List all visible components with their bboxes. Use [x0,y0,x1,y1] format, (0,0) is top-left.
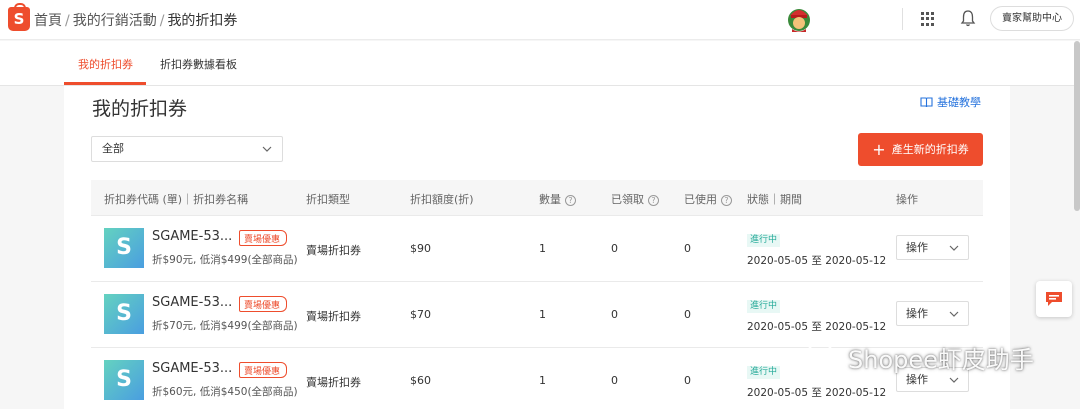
col-quantity: 數量? [539,191,576,207]
voucher-description: 折$90元, 低消$499(全部商品) [152,254,298,266]
tab-voucher-dashboard[interactable]: 折扣券數據看板 [160,56,237,72]
voucher-code[interactable]: SGAME-53... [152,361,232,376]
voucher-used: 0 [684,308,691,321]
voucher-period: 2020-05-05 至 2020-05-12 [747,255,887,267]
voucher-amount: $90 [410,242,431,255]
voucher-amount: $70 [410,308,431,321]
avatar[interactable] [786,5,812,33]
chevron-down-icon [949,377,959,383]
voucher-description: 折$60元, 低消$450(全部商品) [152,386,298,398]
voucher-thumbnail: S [104,228,144,268]
wechat-icon [807,342,842,369]
voucher-tag: 賣場優惠 [239,230,288,246]
chat-button[interactable] [1036,281,1072,317]
active-tab-indicator [64,82,146,85]
breadcrumb-home[interactable]: 首頁 [34,13,62,29]
chevron-down-icon [949,311,959,317]
chevron-down-icon [262,146,272,152]
book-icon [920,97,933,108]
voucher-code[interactable]: SGAME-53... [152,229,232,244]
voucher-type: 賣場折扣券 [306,310,361,323]
top-bar: S 首頁 / 我的行銷活動 / 我的折扣券 賣家幫助中心 [0,0,1080,40]
voucher-claimed: 0 [611,308,618,321]
col-status: 狀態｜期間 [747,193,802,206]
help-icon[interactable]: ? [565,195,576,206]
filter-value: 全部 [102,142,124,155]
voucher-used: 0 [684,374,691,387]
plus-icon: + [872,140,886,159]
voucher-thumbnail: S [104,360,144,400]
chat-icon [1046,292,1062,306]
voucher-quantity: 1 [539,308,546,321]
help-icon[interactable]: ? [721,195,732,206]
tab-my-vouchers[interactable]: 我的折扣券 [78,56,133,72]
col-code: 折扣券代碼 (單)｜折扣券名稱 [104,193,249,206]
tutorial-link[interactable]: 基礎教學 [920,94,981,110]
status-badge: 進行中 [747,300,781,313]
header-divider [902,8,903,30]
voucher-quantity: 1 [539,242,546,255]
table-row: S SGAME-53... 賣場優惠 折$70元, 低消$499(全部商品) 賣… [91,282,983,348]
voucher-thumbnail: S [104,294,144,334]
voucher-type: 賣場折扣券 [306,244,361,257]
apps-grid-icon[interactable] [921,12,935,26]
help-icon[interactable]: ? [648,195,659,206]
create-voucher-label: 產生新的折扣券 [891,143,969,156]
actions-label: 操作 [906,307,928,320]
col-claimed: 已領取? [611,191,659,207]
voucher-tag: 賣場優惠 [239,362,288,378]
status-filter-select[interactable]: 全部 [91,136,283,162]
seller-help-button[interactable]: 賣家幫助中心 [990,6,1074,31]
breadcrumb: 首頁 / 我的行銷活動 / 我的折扣券 [34,13,238,29]
voucher-used: 0 [684,242,691,255]
shopee-logo[interactable]: S [8,3,30,31]
voucher-amount: $60 [410,374,431,387]
chevron-down-icon [949,245,959,251]
voucher-period: 2020-05-05 至 2020-05-12 [747,387,887,399]
page-title: 我的折扣券 [92,98,188,120]
table-row: S SGAME-53... 賣場優惠 折$90元, 低消$499(全部商品) 賣… [91,216,983,282]
voucher-quantity: 1 [539,374,546,387]
voucher-claimed: 0 [611,242,618,255]
table-header: 折扣券代碼 (單)｜折扣券名稱 折扣類型 折扣額度(折) 數量? 已領取? 已使… [91,180,983,216]
col-actions: 操作 [896,193,918,206]
actions-dropdown[interactable]: 操作 [896,301,969,326]
status-badge: 進行中 [747,366,781,379]
col-amount: 折扣額度(折) [410,193,474,206]
voucher-type: 賣場折扣券 [306,376,361,389]
voucher-claimed: 0 [611,374,618,387]
voucher-description: 折$70元, 低消$499(全部商品) [152,320,298,332]
breadcrumb-current: 我的折扣券 [167,13,238,29]
tab-bar: 我的折扣券 折扣券數據看板 [0,41,1080,86]
watermark-text: Shopee虾皮助手 [848,346,1034,374]
tutorial-label: 基礎教學 [937,96,981,109]
breadcrumb-marketing[interactable]: 我的行銷活動 [73,13,157,29]
voucher-tag: 賣場優惠 [239,296,288,312]
col-used: 已使用? [684,191,732,207]
status-badge: 進行中 [747,234,781,247]
actions-dropdown[interactable]: 操作 [896,235,969,260]
voucher-code[interactable]: SGAME-53... [152,295,232,310]
actions-label: 操作 [906,241,928,254]
bell-icon[interactable] [960,9,976,27]
create-voucher-button[interactable]: + 產生新的折扣券 [858,133,983,166]
col-type: 折扣類型 [306,193,350,206]
page-scrollbar[interactable] [1074,41,1080,211]
voucher-period: 2020-05-05 至 2020-05-12 [747,321,887,333]
